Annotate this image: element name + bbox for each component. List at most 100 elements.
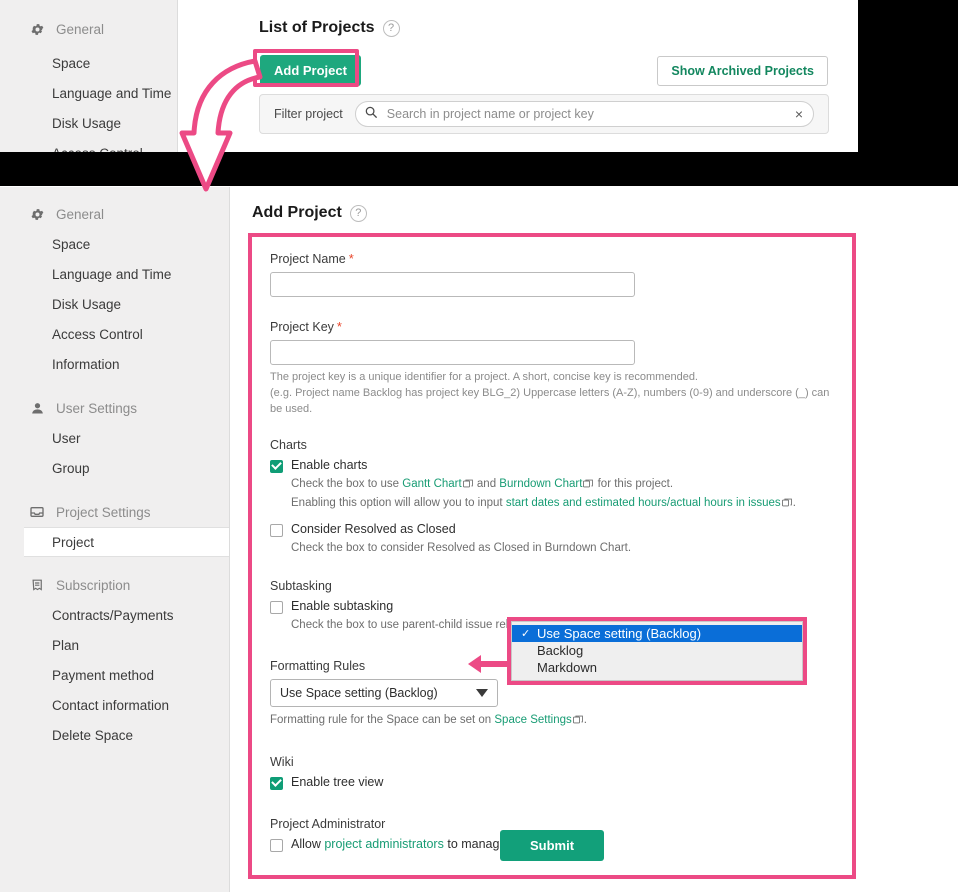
- sidebar-item-language-and-time[interactable]: Language and Time: [0, 259, 229, 289]
- search-input[interactable]: [384, 106, 788, 122]
- sidebar-item-contracts-payments[interactable]: Contracts/Payments: [0, 600, 229, 630]
- project-name-input[interactable]: [270, 272, 635, 297]
- projects-list-content: List of Projects ? Add Project Show Arch…: [179, 0, 858, 152]
- dropdown-option-label: Use Space setting (Backlog): [537, 626, 702, 641]
- formatting-rules-dropdown-highlight: ✓ Use Space setting (Backlog) Backlog Ma…: [507, 617, 807, 685]
- sidebar-item-disk-usage[interactable]: Disk Usage: [0, 289, 229, 319]
- receipt-icon: [28, 576, 46, 594]
- project-name-label: Project Name *: [270, 251, 354, 266]
- help-icon[interactable]: ?: [382, 19, 400, 37]
- form-title-text: Add Project: [252, 204, 342, 221]
- sidebar-group-general-top: General: [0, 14, 177, 44]
- check-icon: ✓: [521, 628, 531, 640]
- burndown-chart-link[interactable]: Burndown Chart: [499, 478, 582, 490]
- charts-section-label: Charts: [270, 437, 307, 452]
- gear-icon: [28, 20, 46, 38]
- page-title: List of Projects ?: [259, 19, 400, 37]
- sidebar-item-plan[interactable]: Plan: [0, 630, 229, 660]
- search-icon: [364, 105, 378, 124]
- sidebar-group-user-settings: User Settings: [0, 393, 229, 423]
- required-marker: *: [348, 251, 354, 266]
- dropdown-option-label: Backlog: [537, 643, 584, 658]
- projects-list-panel: General Space Language and Time Disk Usa…: [0, 0, 958, 152]
- add-project-form-area: Add Project ? Project Name * Project Key *…: [231, 187, 958, 892]
- formatting-rules-hint: Formatting rule for the Space can be set…: [270, 712, 834, 731]
- sidebar-item-label: Contact information: [52, 697, 170, 713]
- dropdown-option-markdown[interactable]: Markdown: [512, 659, 802, 676]
- gantt-chart-link[interactable]: Gantt Chart: [402, 478, 461, 490]
- filter-project-bar: Filter project ×: [259, 94, 829, 134]
- add-project-form-highlight: Project Name * Project Key * The project k…: [248, 233, 856, 879]
- external-link-icon: [462, 477, 473, 495]
- help-icon[interactable]: ?: [349, 204, 367, 222]
- project-key-input[interactable]: [270, 340, 635, 365]
- sidebar-group-project-settings: Project Settings: [0, 497, 229, 527]
- sidebar-item-label: Access Control: [52, 326, 143, 342]
- sidebar-group-label: Project Settings: [56, 504, 151, 520]
- sidebar-item-project[interactable]: Project: [24, 527, 229, 557]
- sidebar-item-space[interactable]: Space: [0, 229, 229, 259]
- space-settings-link[interactable]: Space Settings: [494, 714, 571, 726]
- sidebar-group-label: General: [56, 206, 105, 222]
- sidebar-item-user[interactable]: User: [0, 423, 229, 453]
- sidebar-item-access-control[interactable]: Access Control: [0, 319, 229, 349]
- project-key-label: Project Key *: [270, 319, 342, 334]
- external-link-icon: [572, 713, 583, 731]
- search-pill[interactable]: ×: [354, 101, 814, 127]
- filter-project-label: Filter project: [274, 107, 343, 121]
- enable-tree-view-label: Enable tree view: [291, 774, 384, 789]
- enable-subtasking-checkbox[interactable]: [270, 601, 283, 615]
- settings-sidebar: General Space Language and Time Disk Usa…: [0, 187, 230, 892]
- project-key-hint: The project key is a unique identifier f…: [270, 370, 834, 418]
- subtasking-section-label: Subtasking: [270, 579, 332, 594]
- consider-resolved-checkbox[interactable]: [270, 524, 283, 538]
- consider-resolved-row[interactable]: Consider Resolved as Closed: [270, 522, 834, 538]
- required-marker: *: [336, 319, 342, 334]
- gear-icon: [28, 205, 46, 223]
- screenshot-mask-band: [0, 152, 958, 186]
- sidebar-item-group[interactable]: Group: [0, 453, 229, 483]
- sidebar-item-label: Information: [52, 356, 120, 372]
- form-title: Add Project ?: [252, 204, 367, 222]
- tray-icon: [28, 503, 46, 521]
- sidebar-item-access-control[interactable]: Access Control: [0, 138, 177, 153]
- sidebar-item-label: Payment method: [52, 667, 155, 683]
- formatting-rules-select[interactable]: Use Space setting (Backlog): [270, 679, 498, 708]
- external-link-icon: [781, 496, 792, 514]
- screenshot-root: General Space Language and Time Disk Usa…: [0, 0, 958, 892]
- add-project-button[interactable]: Add Project: [260, 55, 361, 86]
- sidebar-item-label: Contracts/Payments: [52, 607, 174, 623]
- sidebar-item-information[interactable]: Information: [0, 349, 229, 379]
- user-icon: [28, 399, 46, 417]
- sidebar-item-payment-method[interactable]: Payment method: [0, 660, 229, 690]
- sidebar-item-disk-usage[interactable]: Disk Usage: [0, 108, 177, 138]
- start-dates-hours-link[interactable]: start dates and estimated hours/actual h…: [506, 497, 781, 509]
- enable-subtasking-label: Enable subtasking: [291, 599, 394, 614]
- formatting-rules-dropdown[interactable]: ✓ Use Space setting (Backlog) Backlog Ma…: [511, 621, 803, 681]
- enable-charts-row[interactable]: Enable charts: [270, 458, 834, 473]
- sidebar-item-label: Plan: [52, 637, 80, 653]
- sidebar-item-label: Space: [52, 236, 91, 252]
- enable-charts-hint: Check the box to use Gantt Chart and Bur…: [291, 476, 834, 514]
- submit-button[interactable]: Submit: [499, 830, 605, 861]
- sidebar-item-delete-space[interactable]: Delete Space: [0, 720, 229, 750]
- sidebar-item-language-and-time[interactable]: Language and Time: [0, 78, 177, 108]
- enable-subtasking-row[interactable]: Enable subtasking: [270, 599, 834, 615]
- sidebar-group-subscription: Subscription: [0, 570, 229, 600]
- enable-tree-view-row[interactable]: Enable tree view: [270, 775, 834, 790]
- sidebar-group-general: General: [0, 199, 229, 229]
- external-link-icon: [583, 477, 594, 495]
- sidebar-item-label: Language and Time: [52, 85, 172, 101]
- clear-icon[interactable]: ×: [795, 107, 803, 121]
- sidebar-item-space[interactable]: Space: [0, 48, 177, 78]
- show-archived-projects-button[interactable]: Show Archived Projects: [657, 56, 828, 86]
- enable-charts-checkbox[interactable]: [270, 459, 283, 473]
- sidebar-item-contact-information[interactable]: Contact information: [0, 690, 229, 720]
- sidebar-item-label: Space: [52, 55, 91, 71]
- consider-resolved-label: Consider Resolved as Closed: [291, 522, 456, 537]
- enable-charts-label: Enable charts: [291, 457, 368, 472]
- enable-tree-view-checkbox[interactable]: [270, 776, 283, 790]
- dropdown-option-use-space-setting[interactable]: ✓ Use Space setting (Backlog): [512, 625, 802, 642]
- wiki-section-label: Wiki: [270, 754, 294, 769]
- dropdown-option-backlog[interactable]: Backlog: [512, 642, 802, 659]
